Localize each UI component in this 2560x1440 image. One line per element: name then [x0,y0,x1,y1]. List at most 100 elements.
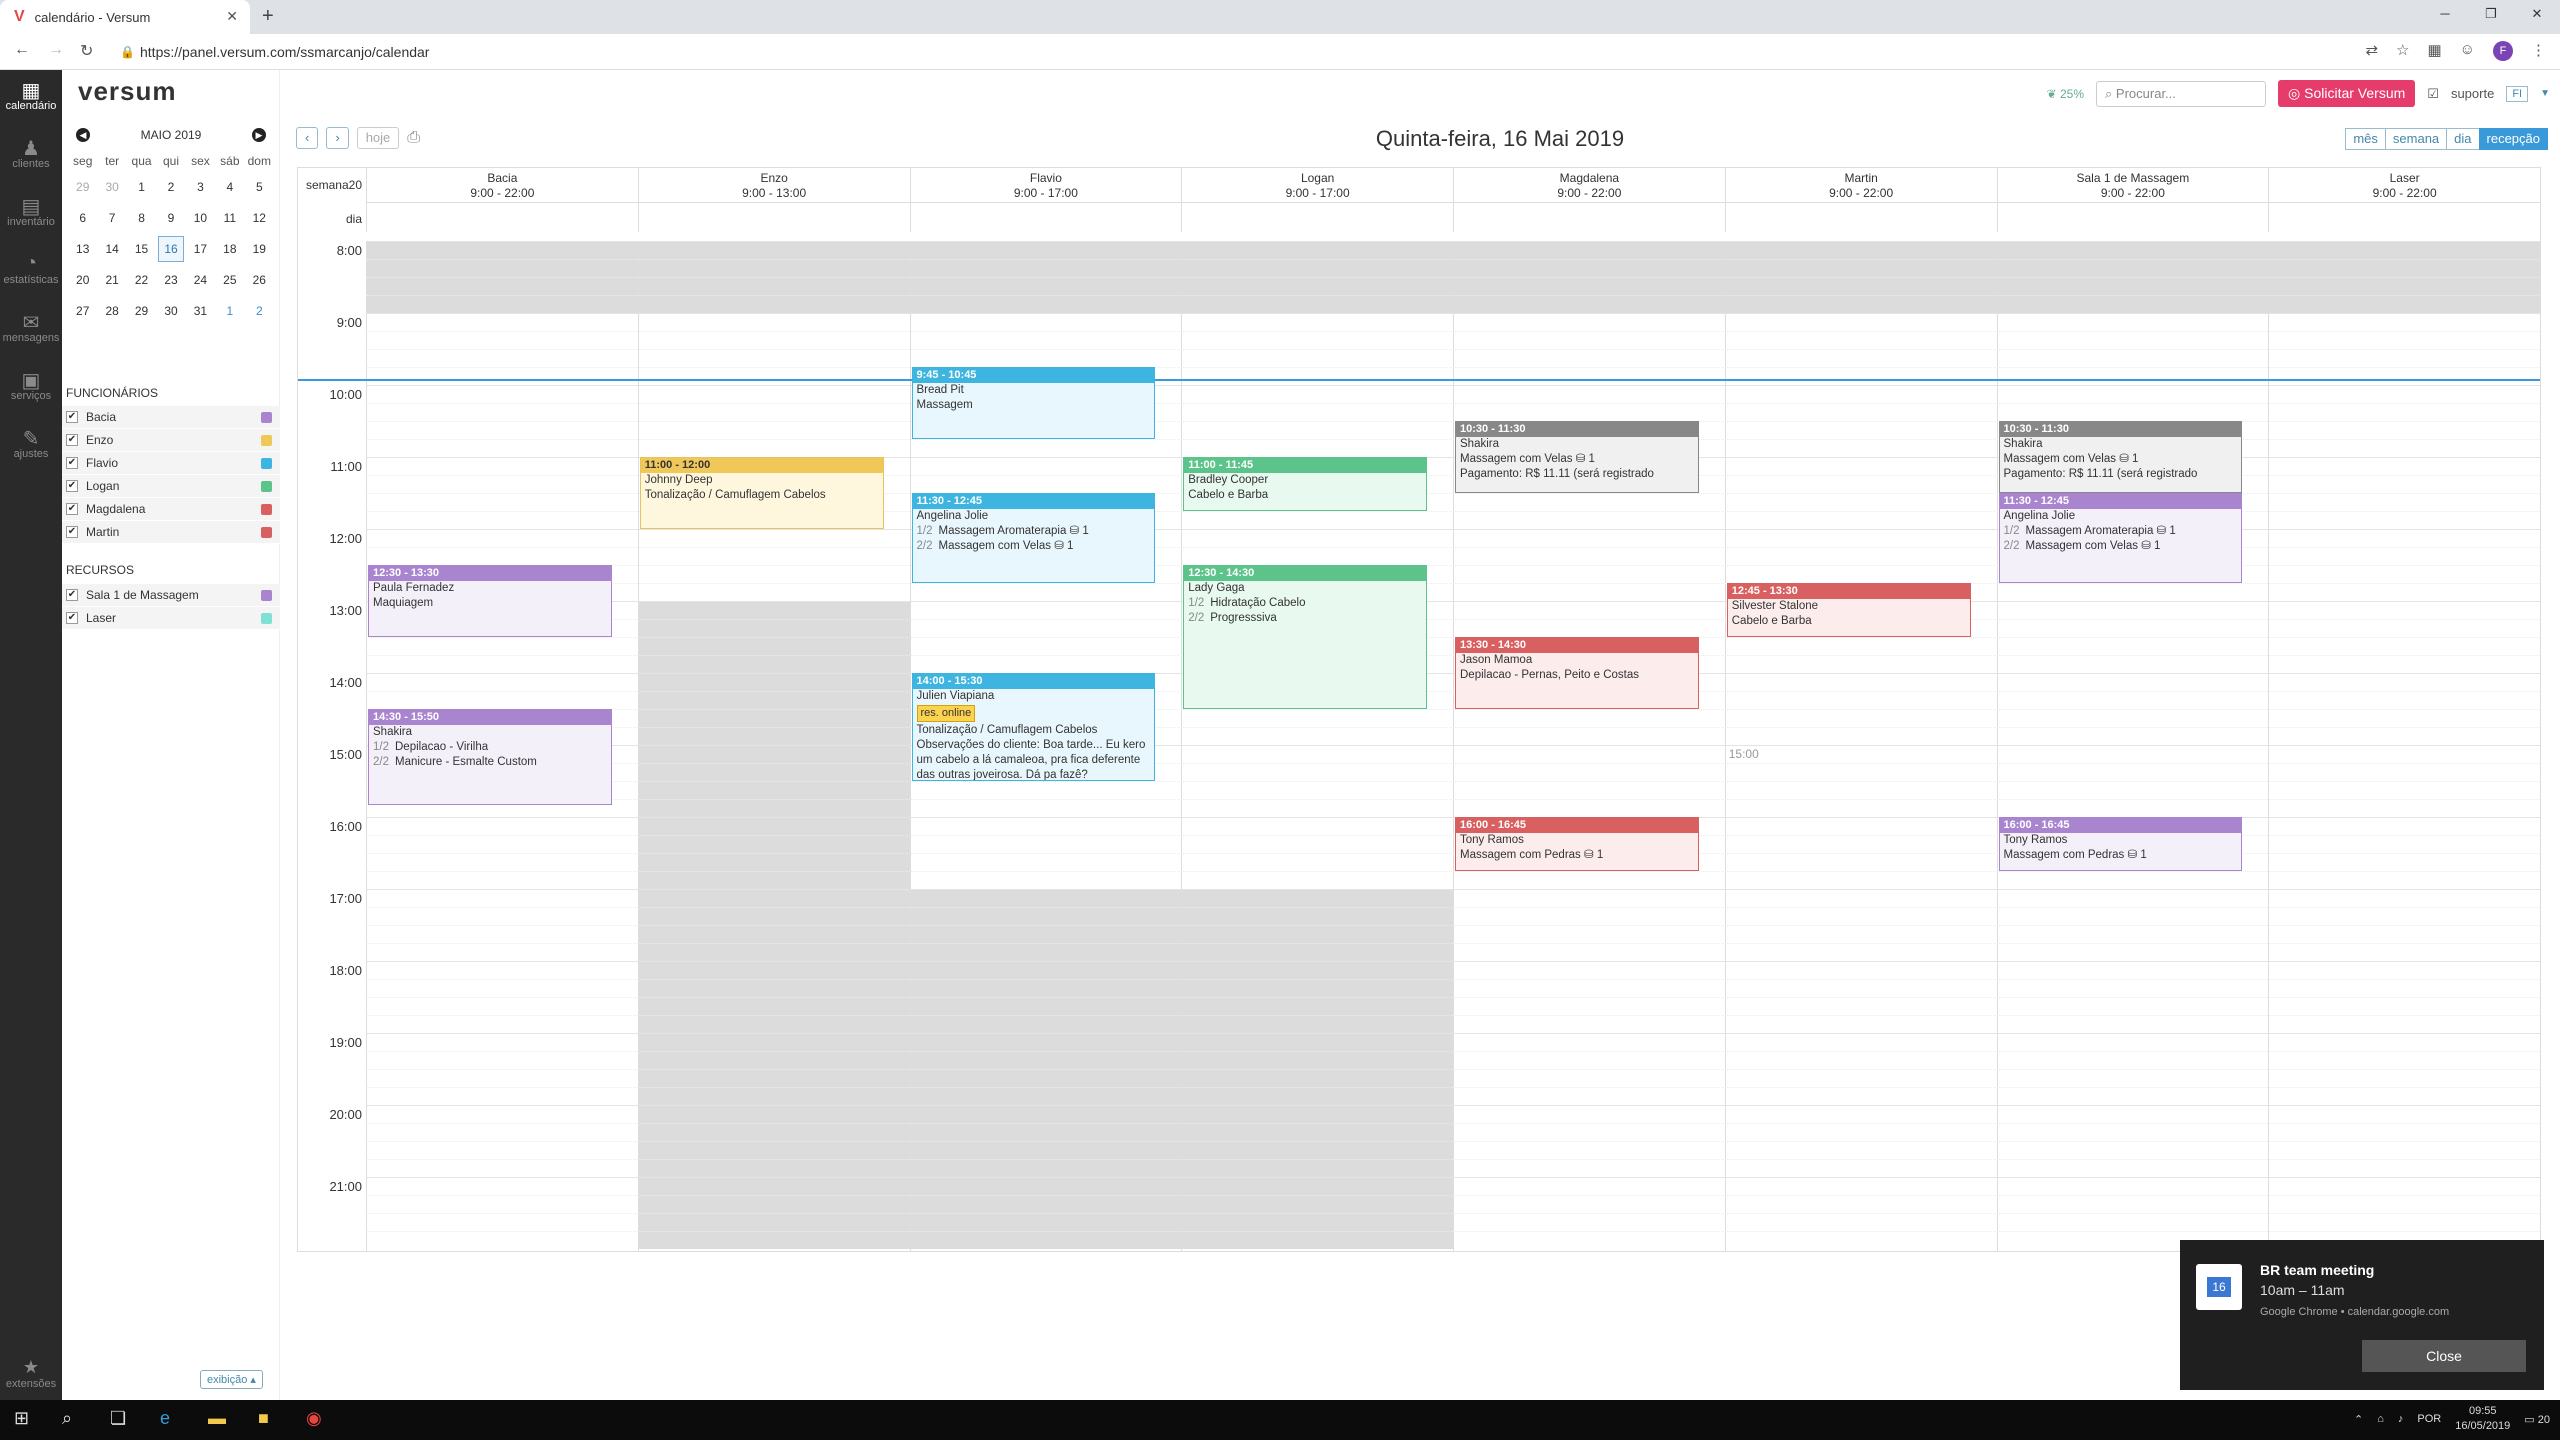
checkbox-checked[interactable]: ✔ [66,480,78,492]
filter-martin[interactable]: ✔ Martin [62,521,280,544]
appointment[interactable]: 14:30 - 15:50 Shakira 1/2 Depilacao - Viril… [368,709,612,805]
appointment[interactable]: 12:30 - 14:30 Lady Gaga 1/2 Hidratação Cabe… [1183,565,1427,709]
mini-calendar-day[interactable]: 9 [156,203,185,234]
all-day-cell[interactable] [909,202,1182,232]
task-view-icon[interactable]: ❏ [110,1408,126,1429]
back-icon[interactable]: ← [14,41,30,59]
restore-icon[interactable]: ❐ [2468,0,2514,30]
all-day-cell[interactable] [2268,202,2540,232]
column-body[interactable] [637,241,910,1251]
mini-calendar-day[interactable]: 16 [158,236,184,262]
appointment[interactable]: 9:45 - 10:45 Bread Pit Massagem [911,367,1156,439]
new-tab-button[interactable]: + [262,5,274,28]
exibicao-button[interactable]: exibição ▴ [200,1370,263,1389]
chrome-icon[interactable]: ◉ [306,1408,322,1429]
mini-calendar-day[interactable]: 1 [127,172,156,203]
menu-dots-icon[interactable]: ⋮ [2531,41,2546,61]
nav-estatisticas[interactable]: ◔ estatísticas [0,244,62,302]
checkbox-checked[interactable]: ✔ [66,526,78,538]
mini-calendar-day[interactable]: 4 [215,172,244,203]
nav-servicos[interactable]: ▣ serviços [0,360,62,418]
filter-bacia[interactable]: ✔ Bacia [62,406,280,429]
checkbox-checked[interactable]: ✔ [66,503,78,515]
file-explorer-icon[interactable]: ▬ [208,1408,226,1429]
mini-calendar-day[interactable]: 22 [127,265,156,296]
mini-calendar-day[interactable]: 3 [186,172,215,203]
nav-ajustes[interactable]: ✎ ajustes [0,418,62,476]
volume-icon[interactable]: ♪ [2398,1413,2404,1425]
filter-sala-1-de-massagem[interactable]: ✔ Sala 1 de Massagem [62,584,280,607]
mini-calendar-day[interactable]: 14 [97,234,126,265]
checkbox-checked[interactable]: ✔ [66,434,78,446]
close-tab-icon[interactable]: ✕ [226,8,238,25]
mini-calendar-day[interactable]: 8 [127,203,156,234]
all-day-cell[interactable] [1724,202,1997,232]
column-body[interactable] [2268,241,2540,1251]
mini-calendar-day[interactable]: 12 [245,203,274,234]
mini-calendar-day[interactable]: 5 [245,172,274,203]
windows-start-icon[interactable]: ⊞ [14,1408,29,1429]
view-mes-button[interactable]: mês [2345,128,2386,150]
appointment[interactable]: 13:30 - 14:30 Jason Mamoa Depilacao - Pern… [1455,637,1699,709]
mini-calendar-day[interactable]: 19 [245,234,274,265]
user-menu[interactable]: FI [2506,85,2529,102]
language-indicator[interactable]: POR [2417,1413,2441,1425]
prev-day-button[interactable]: ‹ [296,127,319,149]
nav-calendario[interactable]: ▦ calendário [0,70,62,128]
taskbar-clock[interactable]: 09:55 16/05/2019 [2455,1404,2510,1434]
print-icon[interactable]: ⎙ [407,127,420,149]
all-day-cell[interactable] [1453,202,1725,232]
appointment[interactable]: 10:30 - 11:30 Shakira Massagem com Velas ⛁… [1455,421,1699,493]
mini-calendar-day[interactable]: 21 [97,265,126,296]
appointment[interactable]: 10:30 - 11:30 Shakira Massagem com Velas ⛁… [1998,421,2243,493]
checkbox-checked[interactable]: ✔ [66,612,78,624]
appointment[interactable]: 14:00 - 15:30 Julien Viapiana res. online T… [911,673,1156,781]
mini-calendar-day[interactable]: 27 [68,296,97,327]
appointment[interactable]: 11:00 - 12:00 Johnny Deep Tonalização / Ca… [639,457,884,529]
nav-clientes[interactable]: ♟ clientes [0,128,62,186]
checkbox-checked[interactable]: ✔ [66,457,78,469]
mini-calendar-day[interactable]: 28 [97,296,126,327]
filter-flavio[interactable]: ✔ Flavio [62,452,280,475]
network-icon[interactable]: ⌂ [2377,1413,2384,1425]
mini-calendar-day[interactable]: 31 [186,296,215,327]
nav-extensoes[interactable]: ★ extensões [0,1357,62,1390]
close-window-icon[interactable]: ✕ [2514,0,2560,30]
mini-calendar-day[interactable]: 13 [68,234,97,265]
mini-calendar-day[interactable]: 20 [68,265,97,296]
mini-calendar-day[interactable]: 2 [245,296,274,327]
column-body[interactable] [1453,241,1725,1251]
mini-calendar-day[interactable]: 29 [68,172,97,203]
view-recepcao-button[interactable]: recepção [2478,128,2548,150]
checkbox-checked[interactable]: ✔ [66,589,78,601]
all-day-cell[interactable] [1181,202,1453,232]
sticky-notes-icon[interactable]: ■ [258,1408,269,1429]
filter-enzo[interactable]: ✔ Enzo [62,429,280,452]
mini-calendar-day[interactable]: 26 [245,265,274,296]
notification-center-icon[interactable]: ▭ 20 [2524,1413,2550,1426]
mini-calendar-day[interactable]: 15 [127,234,156,265]
appointment[interactable]: 11:00 - 11:45 Bradley Cooper Cabelo e Barb… [1183,457,1427,511]
mini-calendar-day[interactable]: 18 [215,234,244,265]
mini-calendar-day[interactable]: 7 [97,203,126,234]
mini-calendar-day[interactable]: 30 [156,296,185,327]
filter-magdalena[interactable]: ✔ Magdalena [62,498,280,521]
tray-chevron-icon[interactable]: ⌃ [2354,1413,2363,1426]
search-icon[interactable]: ⌕ [62,1408,72,1429]
mini-calendar-day[interactable]: 23 [156,265,185,296]
translate-icon[interactable]: ⇄ [2365,41,2378,61]
column-body[interactable] [1724,241,1997,1251]
appointment[interactable]: 11:30 - 12:45 Angelina Jolie 1/2 Massagem A… [1998,493,2243,583]
edge-icon[interactable]: e [160,1408,170,1429]
filter-logan[interactable]: ✔ Logan [62,475,280,498]
mini-calendar-day[interactable]: 6 [68,203,97,234]
all-day-cell[interactable] [637,202,910,232]
mini-calendar-day[interactable]: 30 [97,172,126,203]
mini-calendar-day[interactable]: 11 [215,203,244,234]
appointment[interactable]: 16:00 - 16:45 Tony Ramos Massagem com Pedr… [1455,817,1699,871]
all-day-cell[interactable] [1996,202,2269,232]
reload-icon[interactable]: ↻ [80,41,93,61]
view-dia-button[interactable]: dia [2446,128,2480,150]
extension-icon[interactable]: ▦ [2427,41,2441,61]
suporte-link[interactable]: suporte [2451,86,2494,101]
